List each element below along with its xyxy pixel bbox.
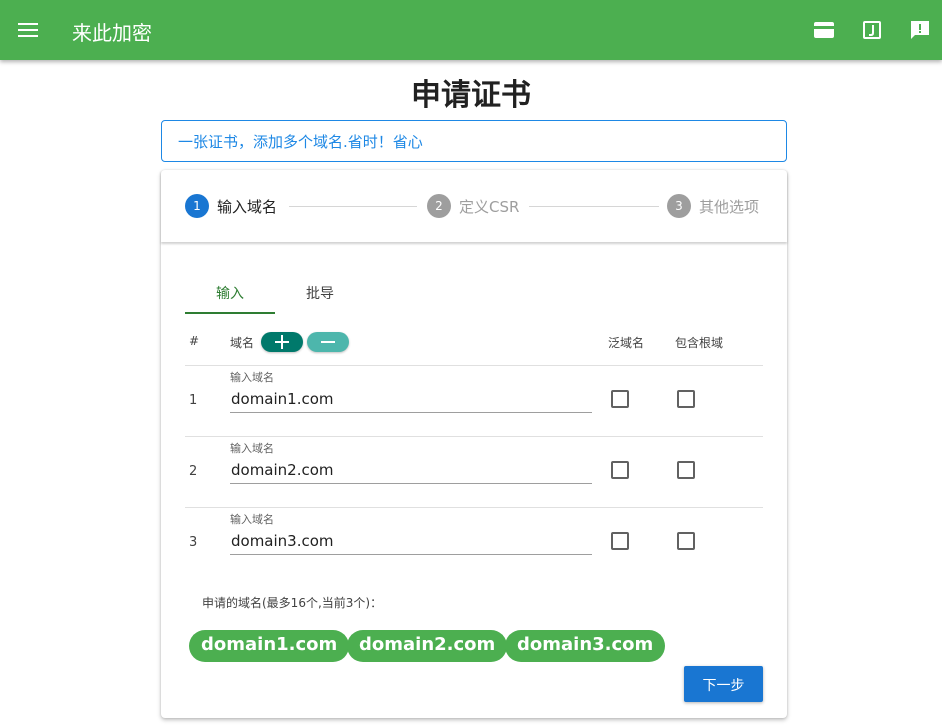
step-divider	[289, 206, 417, 207]
add-domain-button[interactable]	[261, 332, 303, 352]
tab-input[interactable]: 输入	[185, 276, 275, 314]
header-wildcard: 泛域名	[608, 336, 645, 350]
credit-card-icon[interactable]	[812, 18, 836, 42]
row-index: 2	[189, 464, 198, 479]
page-title: 申请证书	[411, 78, 531, 113]
step-3[interactable]: 3 其他选项	[667, 194, 759, 218]
domain-input[interactable]	[230, 527, 592, 555]
app-bar: 来此加密	[0, 0, 942, 60]
step-label: 定义CSR	[459, 197, 520, 216]
domain-input[interactable]	[230, 385, 592, 413]
stepper: 1 输入域名 2 定义CSR 3 其他选项	[161, 170, 787, 242]
tab-bar: 输入 批导	[185, 276, 485, 314]
row-divider	[185, 436, 763, 437]
wildcard-checkbox[interactable]	[611, 461, 629, 479]
feedback-icon[interactable]	[908, 18, 932, 42]
header-domain: 域名	[230, 336, 255, 350]
root-domain-checkbox[interactable]	[677, 532, 695, 550]
domain-chip[interactable]: domain1.com	[189, 630, 350, 662]
domain-count-summary: 申请的域名(最多16个,当前3个)：	[202, 596, 383, 610]
domain-chip[interactable]: domain3.com	[505, 630, 666, 662]
step-divider	[529, 206, 659, 207]
domain-input[interactable]	[230, 456, 592, 484]
app-title: 来此加密	[72, 21, 152, 45]
info-alert: 一张证书，添加多个域名.省时！省心	[161, 120, 787, 162]
header-index: #	[189, 334, 200, 348]
step-2[interactable]: 2 定义CSR	[427, 194, 519, 218]
step-label: 其他选项	[699, 197, 760, 216]
root-domain-checkbox[interactable]	[677, 461, 695, 479]
row-divider	[185, 507, 763, 508]
next-step-button[interactable]: 下一步	[684, 666, 763, 702]
step-label: 输入域名	[217, 197, 278, 216]
step-number: 3	[667, 194, 691, 218]
root-domain-checkbox[interactable]	[677, 390, 695, 408]
tab-batch-import[interactable]: 批导	[275, 276, 365, 314]
bookmark-j-icon[interactable]	[860, 18, 884, 42]
row-index: 1	[189, 393, 198, 408]
menu-icon[interactable]	[16, 18, 40, 42]
field-label: 输入域名	[230, 371, 274, 384]
row-divider	[185, 365, 763, 366]
step-1[interactable]: 1 输入域名	[185, 194, 277, 218]
wildcard-checkbox[interactable]	[611, 532, 629, 550]
domain-chip[interactable]: domain2.com	[347, 630, 508, 662]
tab-indicator	[185, 312, 275, 314]
step-number: 1	[185, 194, 209, 218]
wildcard-checkbox[interactable]	[611, 390, 629, 408]
row-index: 3	[189, 535, 198, 550]
wizard-card: 1 输入域名 2 定义CSR 3 其他选项 输入 批导 # 域名 泛域名 包含根…	[161, 170, 787, 718]
header-root-domain: 包含根域	[675, 336, 724, 350]
remove-domain-button[interactable]	[307, 332, 349, 352]
field-label: 输入域名	[230, 442, 274, 455]
step-number: 2	[427, 194, 451, 218]
field-label: 输入域名	[230, 513, 274, 526]
